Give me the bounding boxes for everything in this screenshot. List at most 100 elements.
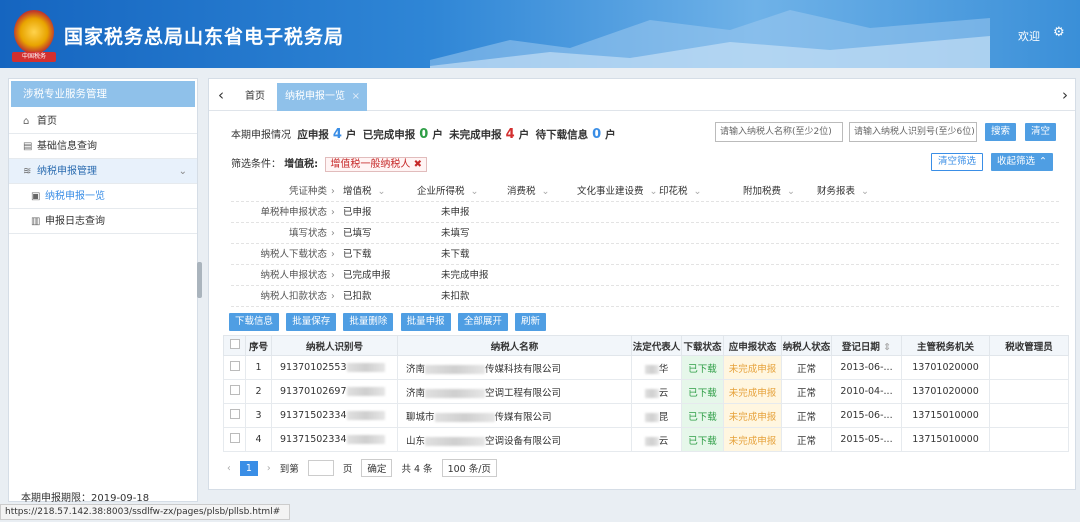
collapse-filter-button[interactable]: 收起筛选 ⌃ [991,153,1054,171]
row-select[interactable] [223,355,246,380]
refresh-button[interactable]: 刷新 [515,313,547,331]
redacted-mask [346,435,385,444]
criteria-option[interactable]: 未完成申报 [441,265,489,286]
table-row[interactable]: 1 91370102553 济南 传媒科技有限公司 华已下载 未完成申报 正常 2013-06… [223,355,1069,380]
col-header: 主管税务机关 [901,335,990,356]
criteria-option[interactable]: 已填写 [343,223,372,244]
sidebar-item-declaration-mgmt[interactable]: ≋ 纳税申报管理 ⌄ [9,159,197,184]
criteria-option[interactable]: 未下载 [441,244,470,265]
criteria-option[interactable]: 已扣款 [343,286,372,307]
batch-delete-button[interactable]: 批量删除 [343,313,394,331]
cell-tax-officer [989,403,1069,428]
chevron-left-icon[interactable]: ‹ [211,79,231,111]
cell-taxpayer-id: 91371502334 [271,427,398,452]
criteria-option[interactable]: 企业所得税 ⌄ [417,181,478,202]
row-select[interactable] [223,427,246,452]
sidebar-item-label: 申报日志查询 [45,216,105,227]
sort-icon[interactable]: ⇕ [883,342,891,353]
filter-tag[interactable]: 增值税一般纳税人 ✖ [325,157,427,172]
done-label: 已完成申报 [362,129,416,141]
criteria-label: 单税种申报状态 [260,207,327,218]
clear-filter-button[interactable]: 清空筛选 [931,153,984,171]
sidebar-item-declaration-list[interactable]: ▣ 纳税申报一览 [9,184,197,209]
criteria-label: 凭证种类 [288,186,327,197]
goto-page-input[interactable] [307,460,334,476]
criteria-option[interactable]: 消费税 ⌄ [507,181,549,202]
search-button[interactable]: 搜索 [985,123,1017,141]
criteria-option[interactable]: 已完成申报 [343,265,391,286]
table-row[interactable]: 3 91371502334 聊城市 传媒有限公司 昆已下载 未完成申报 正常 2015-06-… [223,403,1069,428]
taxpayer-name-input[interactable]: 请输入纳税人名称(至少2位) [715,122,843,142]
name-suffix: 传媒有限公司 [494,411,552,423]
criteria-row: 凭证种类 › 增值税 ⌄ 企业所得税 ⌄ 消费税 ⌄ 文化事业建设费 ⌄ 印花税 ⌄ 附加税费 ⌄ 财务报表… [231,181,1059,202]
gear-icon[interactable]: ⚙ [1053,25,1065,40]
criteria-option[interactable]: 已申报 [343,202,372,223]
tab-declaration-list[interactable]: 纳税申报一览 × [277,83,367,111]
chevron-down-icon: ⌄ [861,186,869,197]
close-icon[interactable]: × [352,83,360,111]
tab-home[interactable]: 首页 [237,83,273,111]
select-all-checkbox[interactable] [229,339,240,349]
close-icon[interactable]: ✖ [414,159,422,170]
chevron-right-icon[interactable]: › [267,463,271,474]
cell-taxpayer-name[interactable]: 济南 空调工程有限公司 [397,379,632,404]
criteria-label: 纳税人申报状态 [260,270,327,281]
batch-save-button[interactable]: 批量保存 [286,313,337,331]
sidebar-item-basic-info[interactable]: ▤ 基础信息查询 [9,134,197,159]
criteria-option[interactable]: 印花税 ⌄ [659,181,701,202]
tab-label: 纳税申报一览 [285,91,345,102]
sidebar-item-home[interactable]: ⌂ 首页 [9,109,197,134]
criteria-option[interactable]: 财务报表 ⌄ [817,181,869,202]
page-size-select[interactable]: 100 条/页 [441,459,497,477]
sidebar-section-header[interactable]: 涉税专业服务管理 [11,81,195,107]
table-row[interactable]: 4 91371502334 山东 空调设备有限公司 云已下载 未完成申报 正常 2015-05… [223,427,1069,452]
sidebar-item-log-query[interactable]: ▥ 申报日志查询 [9,209,197,234]
sidebar-resize-handle[interactable] [197,262,202,298]
redacted-mask [644,388,659,398]
download-info-button[interactable]: 下载信息 [229,313,280,331]
chevron-down-icon: ⌄ [649,186,658,197]
cell-declare-status: 未完成申报 [723,379,782,404]
clear-button[interactable]: 清空 [1025,123,1057,141]
cell-no: 1 [245,355,272,380]
col-header[interactable]: 登记日期 ⇕ [831,335,902,356]
chevron-right-icon[interactable]: › [1055,79,1075,111]
row-checkbox[interactable] [229,361,240,371]
expand-all-button[interactable]: 全部展开 [457,313,508,331]
criteria-option-label: 印花税 [659,186,688,197]
row-checkbox[interactable] [229,409,240,419]
taxpayer-table: 序号 纳税人识别号 纳税人名称 法定代表人 下载状态 应申报状态 纳税人状态 登… [223,335,1069,452]
welcome-link[interactable]: 欢迎 [1018,28,1040,44]
cell-taxpayer-status: 正常 [781,355,832,380]
criteria-option[interactable]: 增值税 ⌄ [343,181,385,202]
cell-taxpayer-name[interactable]: 济南 传媒科技有限公司 [397,355,632,380]
goto-confirm-button[interactable]: 确定 [361,459,393,477]
select-all-header[interactable] [223,335,246,356]
cell-taxpayer-name[interactable]: 聊城市 传媒有限公司 [397,403,632,428]
criteria-option[interactable]: 已下载 [343,244,372,265]
taxpayer-id-input[interactable]: 请输入纳税人识别号(至少6位) [849,122,977,142]
site-title: 国家税务总局山东省电子税务局 [64,26,345,48]
collapse-label: 收起筛选 [997,156,1036,167]
due-count: 4 [332,127,342,142]
row-select[interactable] [223,379,246,404]
row-checkbox[interactable] [229,385,240,395]
criteria-option[interactable]: 未扣款 [441,286,470,307]
filter-conditions: 筛选条件： 增值税: 增值税一般纳税人 ✖ [231,155,427,172]
emblem-label: 中国税务 [12,52,56,62]
col-header: 税收管理员 [989,335,1069,356]
batch-declare-button[interactable]: 批量申报 [400,313,451,331]
row-select[interactable] [223,403,246,428]
criteria-option[interactable]: 文化事业建设费 ⌄ [577,181,657,202]
page-current[interactable]: 1 [239,460,258,476]
cell-taxpayer-name[interactable]: 山东 空调设备有限公司 [397,427,632,452]
criteria-option[interactable]: 未申报 [441,202,470,223]
undone-label: 未完成申报 [449,129,502,141]
col-header-label: 登记日期 [841,341,880,353]
criteria-option[interactable]: 附加税费 ⌄ [743,181,795,202]
chevron-left-icon[interactable]: ‹ [227,463,231,474]
criteria-option[interactable]: 未填写 [441,223,470,244]
table-row[interactable]: 2 91370102697 济南 空调工程有限公司 云已下载 未完成申报 正常 2010-04… [223,379,1069,404]
summary-label: 本期申报情况 [231,130,291,141]
row-checkbox[interactable] [229,433,240,443]
